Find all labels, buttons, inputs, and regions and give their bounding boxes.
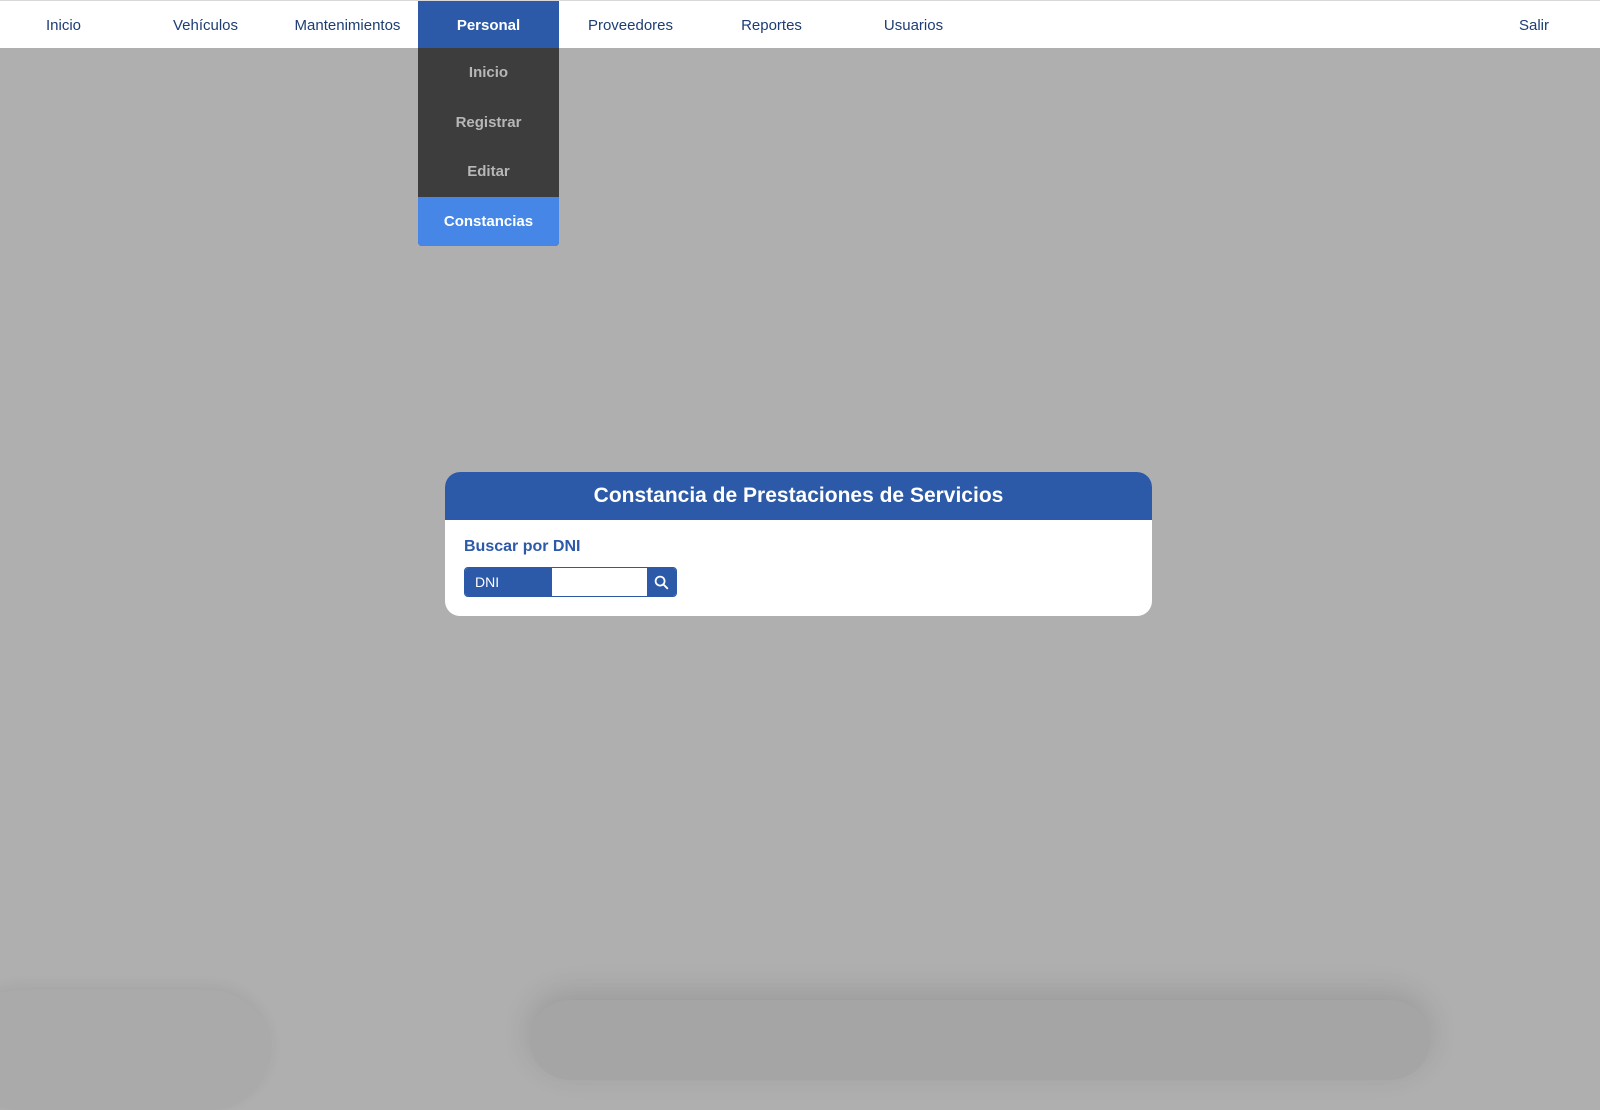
card-title: Constancia de Prestaciones de Servicios — [445, 472, 1152, 520]
constancia-card: Constancia de Prestaciones de Servicios … — [445, 472, 1152, 616]
nav-item-personal[interactable]: Personal — [418, 1, 559, 49]
top-navbar: Inicio Vehículos Mantenimientos Personal… — [0, 0, 1600, 49]
dni-input[interactable] — [552, 568, 647, 596]
nav-item-reportes[interactable]: Reportes — [701, 1, 842, 49]
nav-item-inicio[interactable]: Inicio — [0, 1, 134, 49]
logout-link[interactable]: Salir — [1519, 1, 1549, 49]
search-icon — [654, 575, 669, 589]
background-panel-left — [0, 990, 270, 1110]
search-label: Buscar por DNI — [464, 538, 581, 555]
nav-item-vehiculos[interactable]: Vehículos — [135, 1, 276, 49]
nav-item-mantenimientos[interactable]: Mantenimientos — [277, 1, 418, 49]
nav-item-proveedores[interactable]: Proveedores — [560, 1, 701, 49]
search-button[interactable] — [647, 568, 676, 596]
dropdown-item-constancias[interactable]: Constancias — [418, 196, 559, 246]
personal-dropdown-menu: Inicio Registrar Editar Constancias — [418, 48, 559, 246]
dni-addon-label: DNI — [465, 568, 552, 596]
dni-search-group: DNI — [464, 567, 677, 597]
dropdown-item-registrar[interactable]: Registrar — [418, 98, 559, 148]
background-panel-bottom — [530, 1000, 1430, 1080]
dropdown-item-inicio[interactable]: Inicio — [418, 48, 559, 98]
nav-item-usuarios[interactable]: Usuarios — [843, 1, 984, 49]
dropdown-item-editar[interactable]: Editar — [418, 147, 559, 197]
